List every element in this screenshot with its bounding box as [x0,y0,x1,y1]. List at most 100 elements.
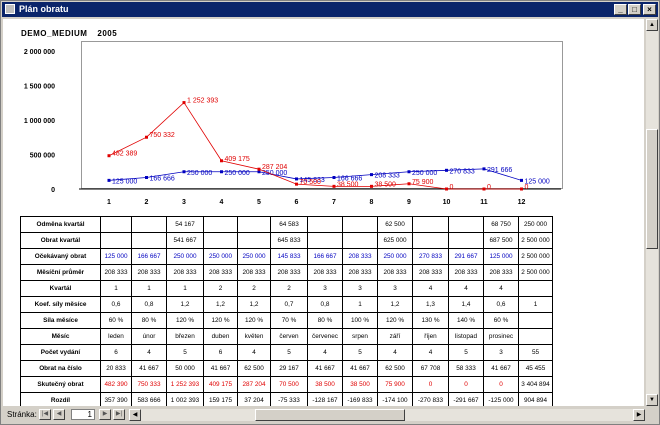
last-page-icon[interactable]: ▶| [113,409,125,420]
table-cell: 687 500 [483,232,519,249]
vertical-scrollbar[interactable]: ▲ ▼ [646,19,658,406]
minimize-button[interactable]: _ [614,4,627,15]
data-point-expected [370,173,373,177]
table-cell: 0,6 [483,296,519,313]
data-point-expected [520,178,523,182]
table-cell: 45 455 [518,360,553,377]
table-cell: 1,2 [237,296,271,313]
table-cell: 750 333 [131,376,167,393]
data-point-actual [407,182,411,186]
data-label-actual: 75 900 [412,179,434,186]
horizontal-scroll-thumb[interactable] [255,409,405,421]
table-cell: 1 [342,296,378,313]
data-point-actual [220,159,223,163]
data-label-actual: 0 [450,184,454,191]
page-number-input[interactable]: 1 [71,409,95,420]
table-cell: 208 333 [270,264,308,281]
data-label-expected: 166 666 [150,175,175,182]
table-cell: 55 [518,344,553,361]
row-label: Měsíční průměr [20,264,101,281]
table-cell: 208 333 [307,264,343,281]
table-cell: 1 [166,280,204,297]
plan-table: Odměna kvartál 54 167 64 583 62 500 68 750 25… [20,216,553,406]
y-tick-label: 500 000 [30,153,55,160]
table-cell: -128 167 [307,392,343,406]
restore-button[interactable]: □ [628,4,641,15]
table-cell: 2 [237,280,271,297]
table-cell: -169 833 [342,392,378,406]
table-cell: 250 000 [237,248,271,265]
table-cell: 62 500 [377,216,413,233]
close-button[interactable]: × [643,4,656,15]
row-label: Měsíc [20,328,101,345]
data-label-actual: 38 500 [337,181,359,188]
table-cell: 41 667 [483,360,519,377]
first-page-icon[interactable]: |◀ [39,409,51,420]
x-tick-label: 11 [480,199,488,206]
table-cell: 80 % [307,312,343,329]
table-cell: 250 000 [377,248,413,265]
table-row: Koef. síly měsíce 0,6 0,8 1,2 1,2 1,2 0,7 0,8 1 1… [20,296,553,313]
table-cell: 166 667 [131,248,167,265]
table-row: Měsíční průměr 208 333 208 333 208 333 208 3… [20,264,553,281]
title-bar[interactable]: Plán obratu _ □ × [2,2,658,17]
table-cell: červen [270,328,308,345]
vertical-scroll-thumb[interactable] [646,129,658,249]
table-row: Obrat na číslo 20 833 41 667 50 000 41 667 62… [20,360,553,377]
table-cell: 3 [342,280,378,297]
table-cell: 208 333 [100,264,132,281]
table-cell: 357 390 [100,392,132,406]
table-cell [448,216,484,233]
table-cell: 0,7 [270,296,308,313]
table-cell: 58 333 [448,360,484,377]
table-cell: 0 [483,376,519,393]
table-cell: 166 667 [307,248,343,265]
table-cell: 120 % [237,312,271,329]
data-point-actual [520,187,523,191]
table-cell: 145 833 [270,248,308,265]
table-cell: 130 % [412,312,449,329]
table-cell: 208 333 [237,264,271,281]
table-cell: listopad [448,328,484,345]
table-cell: 1 [131,280,167,297]
table-cell: leden [100,328,132,345]
next-page-icon[interactable]: ▶ [99,409,111,420]
scroll-down-icon[interactable]: ▼ [646,394,658,406]
data-point-actual [107,154,111,158]
data-point-expected [332,175,336,179]
table-cell: 208 333 [203,264,238,281]
table-cell: březen [166,328,204,345]
prev-page-icon[interactable]: ◀ [53,409,65,420]
table-cell: 2 [270,280,308,297]
table-cell: 4 [377,344,413,361]
table-cell: 250 000 [518,216,553,233]
table-cell: 125 000 [100,248,132,265]
table-cell: -174 100 [377,392,413,406]
data-point-expected [145,175,148,179]
table-cell [412,232,449,249]
table-cell: 1,3 [412,296,449,313]
scroll-right-icon[interactable]: ▶ [633,409,645,421]
table-cell: 0,6 [100,296,132,313]
scroll-up-icon[interactable]: ▲ [646,19,658,31]
horizontal-scrollbar[interactable]: ◀ ▶ [129,409,645,421]
data-point-expected [295,177,298,181]
table-row: Kvartál 1 1 1 2 2 2 3 3 3 4 4 4 [20,280,553,297]
table-row: Skutečný obrat 482 390 750 333 1 252 393 409… [20,376,553,393]
y-tick-label: 1 000 000 [24,118,55,125]
table-row: Očekávaný obrat 125 000 166 667 250 000 250 … [20,248,553,265]
table-cell: 1,2 [203,296,238,313]
data-point-actual [445,187,448,191]
table-cell: 0,8 [131,296,167,313]
scroll-left-icon[interactable]: ◀ [129,409,141,421]
data-label-actual: 409 175 [225,156,250,163]
table-cell: 208 333 [342,264,378,281]
y-tick-label: 2 000 000 [24,49,55,56]
x-tick-label: 2 [145,199,149,206]
data-point-actual [295,182,298,186]
table-cell: prosinec [483,328,519,345]
table-cell: 100 % [342,312,378,329]
table-cell: 62 500 [377,360,413,377]
table-cell: 409 175 [203,376,238,393]
table-cell: 583 666 [131,392,167,406]
